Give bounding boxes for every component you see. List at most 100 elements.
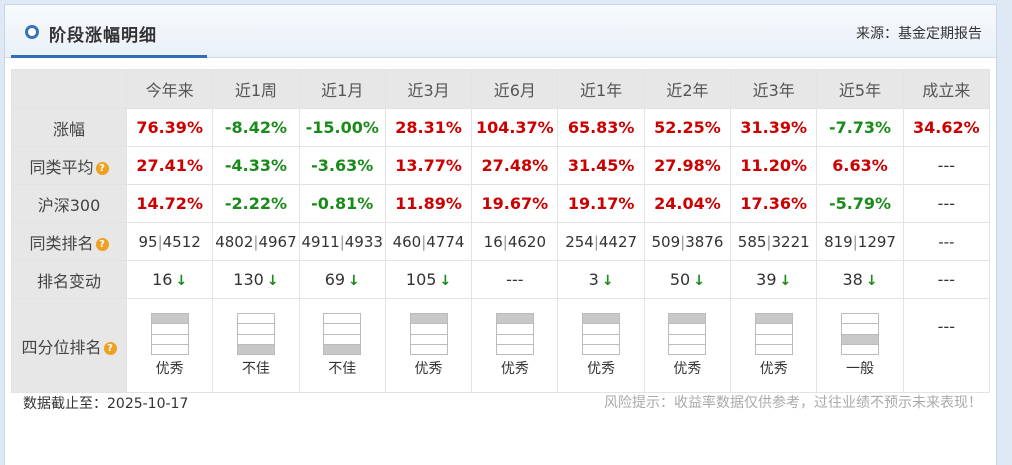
cell-gain: 104.37%: [471, 108, 559, 147]
quartile-segment: [496, 324, 533, 335]
quartile-segment: [411, 345, 447, 354]
quartile-bar-icon: [754, 313, 793, 355]
cell-peer_avg: -4.33%: [212, 146, 300, 185]
quartile-segment: [237, 344, 274, 354]
quartile-label: 优秀: [587, 361, 616, 377]
cell-rank-change: 130 ↓: [212, 260, 300, 299]
cell-quartile: 优秀: [125, 298, 214, 393]
row-label-quartile: 四分位排名?: [11, 298, 127, 393]
row-label-peer_rank: 同类排名?: [11, 222, 127, 261]
cell-quartile: 不佳: [298, 298, 386, 393]
help-icon[interactable]: ?: [103, 341, 117, 355]
quartile-segment: [324, 344, 361, 354]
quartile-segment: [151, 335, 188, 345]
cell-peer_avg: ---: [902, 146, 991, 185]
quartile-segment: [842, 314, 879, 325]
cell-hs300: -0.81%: [298, 184, 386, 223]
title-underline: [11, 55, 207, 58]
cell-peer-rank: 4911|4933: [298, 222, 386, 261]
cell-hs300: 24.04%: [643, 184, 732, 223]
rank-change-value: 3: [588, 270, 599, 289]
table-corner: [11, 69, 127, 109]
quartile-bar-icon: [495, 313, 534, 355]
rank-change-value: 50: [669, 270, 691, 289]
quartile-bar-icon: [582, 313, 621, 355]
quartile-segment: [755, 324, 792, 335]
arrow-down-icon: ↓: [348, 273, 360, 289]
arrow-down-icon: ↓: [175, 273, 188, 289]
table-row-peer_avg: 同类平均? 27.41% -4.33% -3.63% 13.77% 27.48% 31.45…: [11, 146, 991, 185]
quartile-segment: [410, 314, 447, 325]
quartile-segment: [755, 314, 792, 325]
rank-change-value: ---: [937, 270, 955, 289]
quartile-segment: [669, 335, 706, 345]
table-row-quartile: 四分位排名? 优秀 不佳 不佳 优秀 优秀 优秀 优秀 优秀 一般 ---: [11, 298, 991, 393]
row-label-text: 涨幅: [52, 119, 85, 139]
rank-change-value: 130: [233, 270, 264, 289]
help-icon[interactable]: ?: [95, 161, 109, 175]
cell-peer-rank: 509|3876: [643, 222, 732, 261]
rank-value: 254: [565, 232, 594, 251]
cell-quartile: 优秀: [384, 298, 473, 393]
cell-peer-rank: 4802|4967: [212, 222, 300, 261]
column-header-2: 近1月: [298, 69, 386, 109]
cell-hs300: 14.72%: [125, 184, 214, 223]
quartile-segment: [756, 345, 792, 354]
rank-total: 4774: [426, 232, 465, 251]
cell-peer-rank: 819|1297: [816, 222, 904, 261]
cell-gain: -8.42%: [212, 108, 300, 147]
cell-quartile: 优秀: [730, 298, 818, 393]
rank-total: 1297: [857, 232, 896, 251]
rank-value: 819: [824, 232, 853, 251]
row-label-text: 沪深300: [37, 195, 101, 215]
table-row-gain: 涨幅 76.39% -8.42% -15.00% 28.31% 104.37% 65.83%…: [11, 108, 991, 147]
row-label-gain: 涨幅: [11, 108, 127, 147]
rank-change-value: 69: [324, 270, 346, 289]
rank-value: 95: [138, 232, 158, 251]
quartile-bar-icon: [841, 313, 880, 355]
cell-peer-rank: 254|4427: [557, 222, 645, 261]
rank-total: 4933: [344, 232, 383, 251]
cell-quartile: 优秀: [643, 298, 732, 393]
cell-gain: -15.00%: [298, 108, 386, 147]
column-header-9: 成立来: [902, 69, 991, 109]
cell-rank-change: 38 ↓: [816, 260, 904, 299]
rank-total: 4512: [162, 232, 201, 251]
quartile-segment: [324, 324, 361, 335]
row-label-text: 四分位排名: [21, 337, 102, 357]
quartile-segment: [842, 345, 878, 354]
cell-gain: 76.39%: [125, 108, 214, 147]
rank-total: 4427: [598, 232, 638, 251]
data-cutoff-date: 数据截止至：2025-10-17: [23, 396, 189, 412]
quartile-label: 优秀: [673, 361, 702, 377]
quartile-label: 不佳: [241, 361, 270, 377]
circle-bullet-icon: [25, 25, 39, 39]
quartile-bar-icon: [323, 313, 362, 355]
performance-table: 今年来 近1周 近1月 近3月 近6月 近1年 近2年 近3年 近5年 成立来 涨幅 76.39% -…: [11, 69, 991, 393]
rank-value: 4802: [215, 232, 254, 251]
help-icon[interactable]: ?: [95, 237, 109, 251]
row-label-text: 同类平均: [29, 157, 94, 177]
cell-rank-change: 3 ↓: [557, 260, 645, 299]
rank-change-value: 39: [756, 270, 777, 289]
table-row-rank-change: 排名变动 16 ↓ 130 ↓ 69 ↓ 105 ↓ --- 3 ↓ 50 ↓ 39 ↓ 38 ↓ ---: [11, 260, 991, 299]
rank-value: 585: [737, 232, 767, 251]
cell-peer_avg: 31.45%: [557, 146, 645, 185]
column-header-0: 今年来: [125, 69, 214, 109]
panel-header: 阶段涨幅明细 来源：基金定期报告: [5, 5, 996, 58]
cell-rank-change: 16 ↓: [125, 260, 214, 299]
panel-title: 阶段涨幅明细: [49, 26, 157, 46]
column-header-8: 近5年: [816, 69, 904, 109]
quartile-label: 不佳: [328, 361, 357, 377]
cell-rank-change: 50 ↓: [643, 260, 732, 299]
cell-hs300: 19.17%: [557, 184, 645, 223]
arrow-down-icon: ↓: [601, 273, 614, 289]
quartile-segment: [583, 335, 620, 345]
arrow-down-icon: ↓: [266, 273, 279, 289]
quartile-segment: [497, 345, 533, 354]
cell-peer-rank: 95|4512: [125, 222, 214, 261]
quartile-bar-icon: [668, 313, 707, 355]
quartile-segment: [496, 314, 533, 325]
table-header-row: 今年来 近1周 近1月 近3月 近6月 近1年 近2年 近3年 近5年 成立来: [11, 69, 991, 109]
quartile-segment: [669, 345, 705, 354]
